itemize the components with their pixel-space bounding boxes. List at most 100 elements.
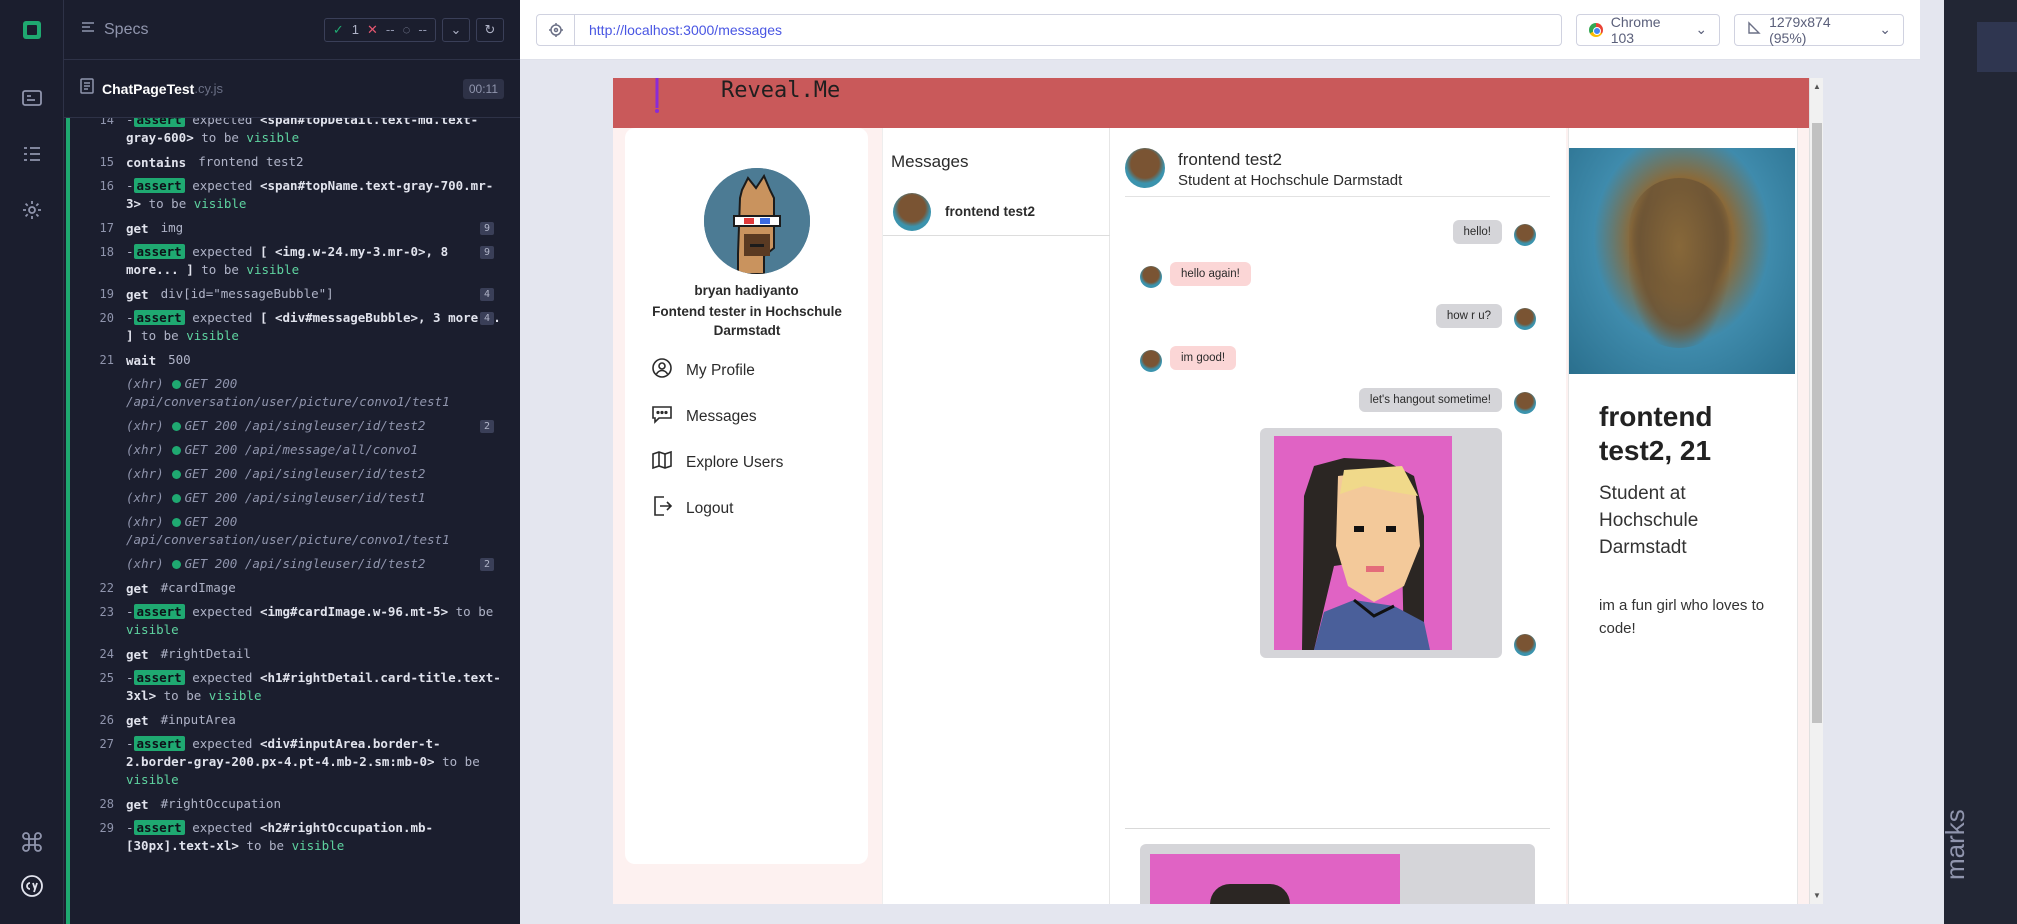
command-number	[70, 513, 126, 515]
spec-extension: .cy.js	[194, 81, 223, 96]
command-number: 22	[99, 581, 114, 595]
nav-logout[interactable]: Logout	[650, 494, 733, 523]
chrome-icon	[1588, 22, 1603, 37]
command-number: 15	[99, 155, 114, 169]
command-number: 20	[99, 311, 114, 325]
command-row[interactable]: 18 - assert expected [ <img.w-24.my-3.mr-0…	[70, 240, 508, 282]
chevron-right-icon[interactable]: ›	[134, 421, 140, 432]
command-row[interactable]: 26 get #inputArea	[70, 708, 508, 732]
command-row[interactable]: 29 - assert expected <h2#rightOccupation.m…	[70, 816, 508, 858]
chevron-right-icon[interactable]: ›	[134, 559, 140, 570]
spec-name[interactable]: ChatPageTest	[102, 81, 194, 97]
specs-label: Specs	[104, 20, 149, 38]
pending-count: --	[418, 22, 427, 37]
message-bubble: hello again!	[1170, 262, 1251, 286]
cypress-app-icon[interactable]	[18, 16, 46, 44]
command-name: get	[126, 287, 149, 302]
command-row[interactable]: 20 - assert expected [ <div#messageBubble>…	[70, 306, 508, 348]
assert-message: - assert expected <span#topDetail.text-md…	[126, 118, 508, 147]
failed-count: --	[385, 22, 395, 37]
command-number	[70, 489, 126, 491]
app-viewport: Reveal.Me bryan hadiyanto Fontend tester…	[613, 78, 1823, 904]
specs-list-icon[interactable]	[18, 140, 46, 168]
command-row[interactable]: 21 wait 500	[70, 348, 508, 372]
command-row[interactable]: 24 get #rightDetail	[70, 642, 508, 666]
assert-message: - assert expected <span#topName.text-gray…	[126, 178, 494, 211]
sidebar-rail	[0, 0, 64, 924]
message-bubble: hello!	[1452, 220, 1502, 244]
xhr-log-row[interactable]: (xhr) GET 200 /api/singleuser/id/test1	[70, 486, 508, 510]
scroll-up-arrow-icon[interactable]: ▲	[1813, 82, 1821, 91]
command-row[interactable]: 22 get #cardImage	[70, 576, 508, 600]
xhr-log-row[interactable]: (xhr) GET 200 /api/conversation/user/pict…	[70, 510, 508, 552]
command-row[interactable]: 19 get div[id="messageBubble"] 4	[70, 282, 508, 306]
rerun-button[interactable]: ↻	[476, 17, 504, 42]
map-icon	[650, 448, 674, 477]
command-number: 28	[99, 797, 114, 811]
xhr-log-row[interactable]: (xhr) GET 200 /api/singleuser/id/test2	[70, 462, 508, 486]
url-bar[interactable]: http://localhost:3000/messages	[536, 13, 1562, 46]
nav-label: Logout	[686, 499, 734, 517]
command-number: 29	[99, 821, 114, 835]
command-number	[70, 417, 126, 419]
assert-message: - assert expected [ <div#messageBubble>, …	[126, 310, 501, 343]
command-message: #inputArea	[160, 712, 236, 727]
chat-header-name: frontend test2	[1178, 150, 1282, 169]
divider	[1125, 196, 1550, 197]
xhr-message: (xhr) GET 200 /api/conversation/user/pict…	[126, 514, 450, 547]
command-row[interactable]: 14 - assert expected <span#topDetail.text-…	[70, 118, 508, 150]
refresh-icon: ↻	[484, 21, 496, 37]
command-number: 24	[99, 647, 114, 661]
command-name: get	[126, 221, 149, 236]
expand-dropdown-button[interactable]: ⌄	[442, 17, 470, 42]
image-hair-shape	[1210, 884, 1290, 904]
runs-icon[interactable]	[18, 84, 46, 112]
app-logo-icon[interactable]	[653, 78, 661, 114]
xhr-message: (xhr) GET 200 /api/singleuser/id/test2	[126, 418, 426, 433]
command-row[interactable]: 28 get #rightOccupation	[70, 792, 508, 816]
assert-message: - assert expected <h1#rightDetail.card-ti…	[126, 670, 501, 703]
command-row[interactable]: 23 - assert expected <img#cardImage.w-96.m…	[70, 600, 508, 642]
xhr-log-row[interactable]: › (xhr) GET 200 /api/singleuser/id/test2 2	[70, 552, 508, 576]
command-row[interactable]: 25 - assert expected <h1#rightDetail.card-…	[70, 666, 508, 708]
xhr-log-row[interactable]: (xhr) GET 200 /api/conversation/user/pict…	[70, 372, 508, 414]
xhr-message: (xhr) GET 200 /api/singleuser/id/test2	[126, 466, 426, 481]
nav-label: Explore Users	[686, 453, 784, 471]
scrollbar-thumb[interactable]	[1812, 123, 1822, 723]
scroll-down-arrow-icon[interactable]: ▼	[1813, 891, 1821, 900]
command-number: 27	[99, 737, 114, 751]
passed-check-icon: ✓	[332, 21, 344, 37]
xhr-message: (xhr) GET 200 /api/singleuser/id/test1	[126, 490, 426, 505]
xhr-log-row[interactable]: › (xhr) GET 200 /api/singleuser/id/test2 2	[70, 414, 508, 438]
side-panel-label: marks	[1940, 809, 1970, 880]
nav-explore-users[interactable]: Explore Users	[650, 448, 783, 477]
command-row[interactable]: 15 contains frontend test2	[70, 150, 508, 174]
selector-playground-icon[interactable]	[537, 14, 575, 45]
card-image	[1569, 148, 1795, 374]
conversation-name: frontend test2	[945, 204, 1036, 219]
command-row[interactable]: 16 - assert expected <span#topName.text-gr…	[70, 174, 508, 216]
nav-my-profile[interactable]: My Profile	[650, 356, 755, 385]
keyboard-shortcuts-icon[interactable]	[18, 828, 46, 856]
specs-link[interactable]: Specs	[80, 19, 148, 40]
viewport-scrollbar[interactable]: ▲ ▼	[1809, 78, 1823, 904]
right-side-panel	[1944, 0, 2017, 924]
url-text: http://localhost:3000/messages	[589, 21, 783, 38]
xhr-log-row[interactable]: (xhr) GET 200 /api/message/all/convo1	[70, 438, 508, 462]
settings-gear-icon[interactable]	[18, 196, 46, 224]
profile-name: bryan hadiyanto	[694, 283, 799, 298]
command-message: frontend test2	[198, 154, 304, 169]
command-row[interactable]: 17 get img 9	[70, 216, 508, 240]
nav-messages[interactable]: Messages	[650, 402, 757, 431]
pixel-girl-image-icon	[1274, 436, 1452, 650]
viewport-select[interactable]: 1279x874 (95%) ⌄	[1734, 13, 1904, 46]
app-brand[interactable]: Reveal.Me	[721, 78, 840, 103]
message-avatar	[1514, 224, 1536, 246]
command-row[interactable]: 27 - assert expected <div#inputArea.border…	[70, 732, 508, 792]
browser-select[interactable]: Chrome 103 ⌄	[1575, 13, 1721, 46]
cypress-logo-icon[interactable]	[18, 872, 46, 900]
passed-count: 1	[351, 22, 360, 37]
xhr-message: (xhr) GET 200 /api/message/all/convo1	[126, 442, 418, 457]
command-number: 19	[99, 287, 114, 301]
conversation-item[interactable]: frontend test2	[883, 188, 1111, 236]
